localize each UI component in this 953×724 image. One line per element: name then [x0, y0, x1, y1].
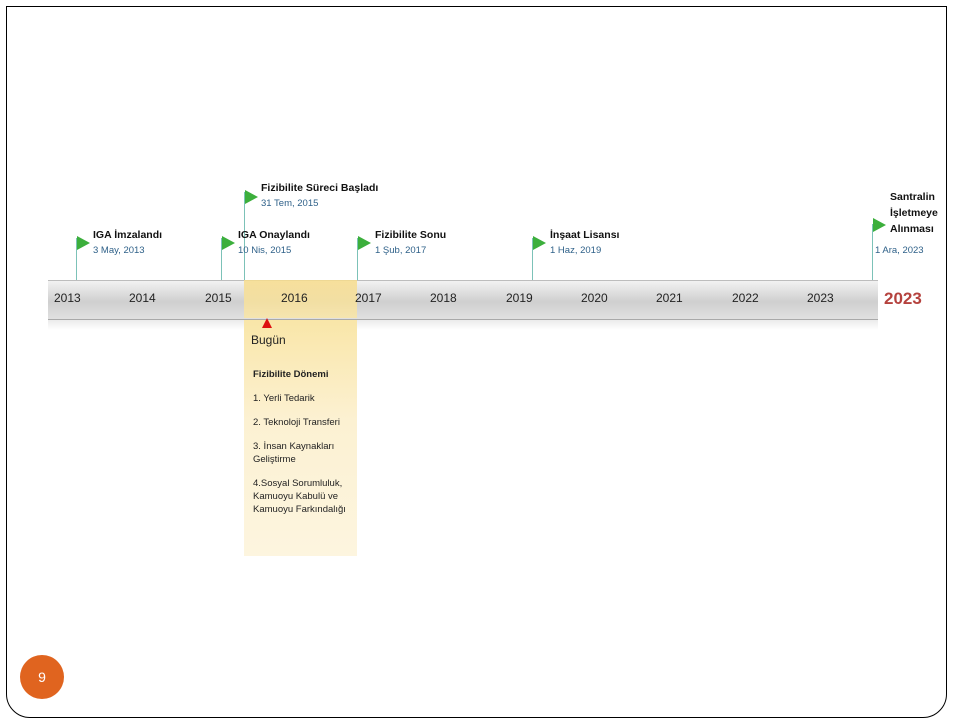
flag-icon	[77, 236, 90, 250]
year-label: 2023	[807, 291, 834, 305]
milestone-title: İnşaat Lisansı	[550, 229, 620, 241]
end-year-label: 2023	[884, 289, 922, 308]
year-label: 2017	[355, 291, 382, 305]
milestone-title: İşletmeye	[890, 207, 938, 219]
milestone-title: Alınması	[890, 223, 934, 235]
year-label: 2014	[129, 291, 156, 305]
milestone-date: 31 Tem, 2015	[261, 198, 319, 209]
milestone-date: 3 May, 2013	[93, 245, 145, 256]
milestone-title: Fizibilite Sonu	[375, 229, 447, 241]
flag-icon	[533, 236, 546, 250]
milestone-date: 1 Haz, 2019	[550, 245, 602, 256]
milestone-stem	[872, 224, 873, 280]
page-number-badge: 9	[20, 655, 64, 699]
year-label: 2015	[205, 291, 232, 305]
milestone-date: 1 Şub, 2017	[375, 245, 427, 256]
feasibility-item: 3. İnsan Kaynakları Geliştirme	[253, 441, 335, 465]
milestone-title: Santralin	[890, 191, 935, 203]
flag-icon	[245, 190, 258, 204]
year-label: 2018	[430, 291, 457, 305]
flag-icon	[358, 236, 371, 250]
flag-icon	[222, 236, 235, 250]
feasibility-heading: Fizibilite Dönemi	[253, 369, 329, 380]
timeline-bar-reflection	[48, 320, 878, 330]
year-label: 2021	[656, 291, 683, 305]
milestone-title: IGA İmzalandı	[93, 229, 163, 241]
today-marker-icon	[262, 318, 272, 328]
milestone-title: Fizibilite Süreci Başladı	[261, 182, 379, 194]
feasibility-item: 4.Sosyal Sorumluluk, Kamuoyu Kabulü ve K…	[253, 478, 346, 515]
today-label: Bugün	[251, 333, 286, 347]
timeline: 2013 2014 2015 2016 2017 2018 2019 2020 …	[0, 0, 953, 724]
milestone-date: 10 Nis, 2015	[238, 245, 292, 256]
flag-icon	[873, 218, 886, 232]
milestone-title: IGA Onaylandı	[238, 229, 310, 241]
year-label: 2020	[581, 291, 608, 305]
feasibility-item: 1. Yerli Tedarik	[253, 393, 315, 404]
year-label: 2013	[54, 291, 81, 305]
feasibility-details: Fizibilite Dönemi 1. Yerli Tedarik 2. Te…	[253, 368, 355, 527]
feasibility-item: 2. Teknoloji Transferi	[253, 417, 340, 428]
year-label: 2019	[506, 291, 533, 305]
year-label: 2016	[281, 291, 308, 305]
milestone-date: 1 Ara, 2023	[875, 245, 924, 256]
year-label: 2022	[732, 291, 759, 305]
